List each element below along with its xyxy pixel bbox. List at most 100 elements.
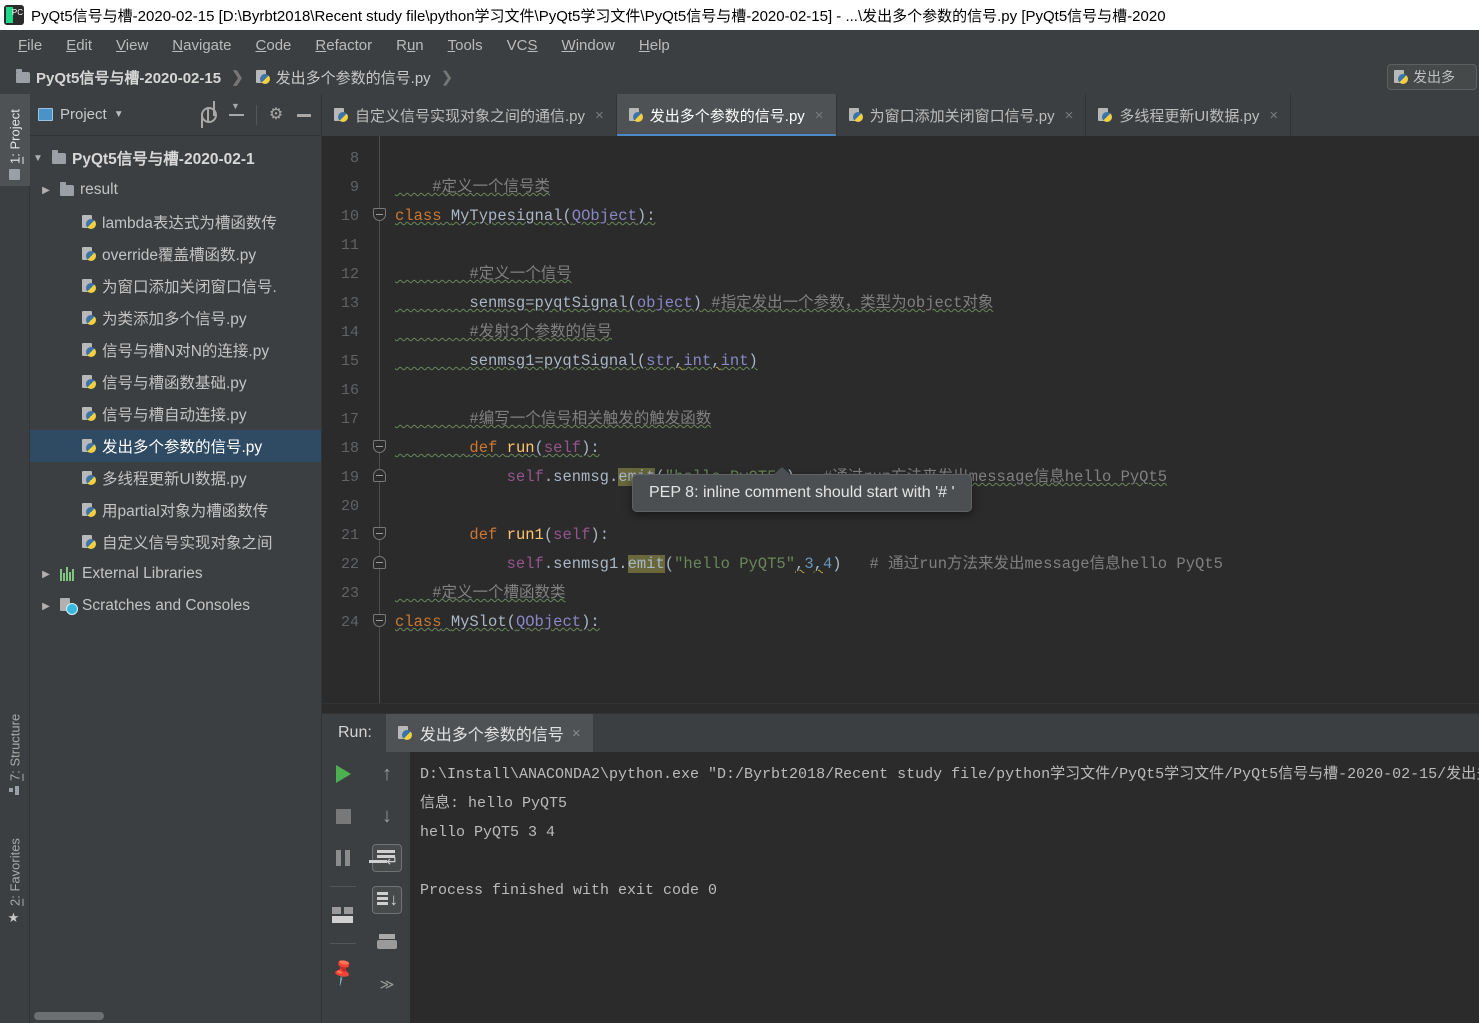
- editor-tab[interactable]: 多线程更新UI数据.py ×: [1086, 94, 1292, 136]
- tree-node[interactable]: 为类添加多个信号.py: [30, 302, 321, 334]
- tree-node[interactable]: 信号与槽函数基础.py: [30, 366, 321, 398]
- fold-toggle-icon[interactable]: [373, 469, 386, 482]
- breadcrumb-project[interactable]: PyQt5信号与槽-2020-02-15 ❯: [10, 67, 250, 88]
- arrow-down-icon: ↓: [382, 804, 392, 827]
- tree-node[interactable]: ▼ PyQt5信号与槽-2020-02-1: [30, 142, 321, 174]
- run-console-output[interactable]: D:\Install\ANACONDA2\python.exe "D:/Byrb…: [410, 752, 1479, 1023]
- tree-node[interactable]: 信号与槽N对N的连接.py: [30, 334, 321, 366]
- tree-node[interactable]: override覆盖槽函数.py: [30, 238, 321, 270]
- source-code-text[interactable]: #定义一个信号类 class MyTypesignal(QObject): #定…: [395, 136, 1479, 703]
- menu-code[interactable]: Code: [244, 34, 304, 57]
- soft-wrap-button[interactable]: [372, 844, 402, 872]
- code-comment: #编写一个信号相关触发的触发函数: [395, 410, 712, 428]
- code-editor[interactable]: 8 9 10 11 12 13 14 15 16 17 18 19 20 21 22 23 24: [322, 136, 1479, 703]
- menu-view[interactable]: View: [104, 34, 160, 57]
- project-panel-title: Project: [60, 106, 107, 123]
- menu-window[interactable]: Window: [550, 34, 627, 57]
- close-icon[interactable]: ×: [1065, 107, 1074, 124]
- tree-node[interactable]: 自定义信号实现对象之间: [30, 526, 321, 558]
- line-number: 14: [340, 324, 359, 341]
- line-number: 11: [340, 237, 359, 254]
- gear-icon[interactable]: ⚙: [267, 106, 285, 124]
- up-button[interactable]: ↑: [372, 760, 402, 788]
- editor-tab[interactable]: 为窗口添加关闭窗口信号.py ×: [837, 94, 1087, 136]
- tree-twisty-icon[interactable]: ▶: [38, 569, 54, 580]
- editor-horizontal-scrollbar[interactable]: [322, 703, 1479, 713]
- layout-button[interactable]: [328, 901, 358, 929]
- print-button[interactable]: [372, 928, 402, 956]
- tree-node-label: 自定义信号实现对象之间: [102, 535, 273, 552]
- tree-node[interactable]: 发出多个参数的信号.py: [30, 430, 321, 462]
- stop-button[interactable]: [328, 802, 358, 830]
- tree-node-label: External Libraries: [82, 565, 203, 582]
- menu-refactor[interactable]: Refactor: [303, 34, 384, 57]
- tree-node[interactable]: 用partial对象为槽函数传: [30, 494, 321, 526]
- fold-toggle-icon[interactable]: [373, 440, 386, 453]
- menu-navigate[interactable]: Navigate: [160, 34, 243, 57]
- tree-node[interactable]: ▶ result: [30, 174, 321, 206]
- sidebar-item-structure[interactable]: 7: Structure: [0, 693, 30, 803]
- run-configuration-selector[interactable]: 发出多: [1387, 64, 1477, 90]
- pause-button[interactable]: [328, 844, 358, 872]
- close-icon[interactable]: ×: [572, 725, 581, 742]
- more-icon: ≫: [379, 975, 395, 992]
- tree-twisty-icon[interactable]: ▼: [30, 153, 46, 164]
- soft-wrap-icon: [376, 849, 398, 870]
- close-icon[interactable]: ×: [1269, 107, 1278, 124]
- scroll-from-source-icon[interactable]: [200, 106, 218, 124]
- editor-column: 自定义信号实现对象之间的通信.py × 发出多个参数的信号.py × 为窗口添加关闭窗口…: [322, 94, 1479, 1023]
- run-panel-tab[interactable]: 发出多个参数的信号 ×: [385, 714, 593, 752]
- close-icon[interactable]: ×: [815, 107, 824, 124]
- python-file-icon: [255, 69, 270, 85]
- project-tree-horizontal-scrollbar[interactable]: [30, 1009, 321, 1023]
- menu-file[interactable]: File: [6, 34, 54, 57]
- fold-toggle-icon[interactable]: [373, 614, 386, 627]
- editor-tab[interactable]: 发出多个参数的信号.py ×: [616, 94, 837, 136]
- line-number: 19: [340, 469, 359, 486]
- minimize-icon[interactable]: [295, 106, 313, 124]
- sidebar-item-project[interactable]: 1: Project: [0, 94, 30, 186]
- tree-node[interactable]: 信号与槽自动连接.py: [30, 398, 321, 430]
- line-number: 12: [340, 266, 359, 283]
- project-panel-title-group[interactable]: Project ▼: [38, 106, 190, 123]
- menu-edit[interactable]: Edit: [54, 34, 104, 57]
- breadcrumb-separator: ❯: [440, 69, 454, 86]
- project-panel-header: Project ▼ ⚙: [30, 94, 321, 136]
- inspection-tooltip: PEP 8: inline comment should start with …: [632, 467, 972, 512]
- tree-node[interactable]: 多线程更新UI数据.py: [30, 462, 321, 494]
- menu-run[interactable]: Run: [384, 34, 436, 57]
- tree-twisty-icon[interactable]: ▶: [38, 185, 54, 196]
- tree-node[interactable]: ▶ Scratches and Consoles: [30, 590, 321, 622]
- fold-toggle-icon[interactable]: [373, 208, 386, 221]
- rerun-button[interactable]: [328, 760, 358, 788]
- code-folding-gutter[interactable]: [367, 136, 395, 703]
- fold-toggle-icon[interactable]: [373, 556, 386, 569]
- structure-icon: [10, 786, 21, 797]
- menu-help[interactable]: Help: [627, 34, 682, 57]
- chevron-down-icon[interactable]: ▼: [114, 109, 124, 120]
- menu-tools[interactable]: Tools: [436, 34, 495, 57]
- sidebar-item-favorites[interactable]: ★ 2: Favorites: [0, 813, 30, 928]
- tree-node[interactable]: ▶ External Libraries: [30, 558, 321, 590]
- tree-twisty-icon[interactable]: ▶: [38, 601, 54, 612]
- close-icon[interactable]: ×: [595, 107, 604, 124]
- menu-vcs[interactable]: VCS: [495, 34, 550, 57]
- tree-node-label: Scratches and Consoles: [82, 597, 251, 614]
- tree-node[interactable]: 为窗口添加关闭窗口信号.: [30, 270, 321, 302]
- down-button[interactable]: ↓: [372, 802, 402, 830]
- tree-node-label: result: [80, 181, 118, 198]
- pin-button[interactable]: 📌: [328, 957, 359, 988]
- editor-tab[interactable]: 自定义信号实现对象之间的通信.py ×: [322, 94, 617, 136]
- fold-toggle-icon[interactable]: [373, 527, 386, 540]
- scrollbar-thumb[interactable]: [34, 1012, 104, 1020]
- collapse-all-icon[interactable]: [228, 101, 246, 124]
- breadcrumb-file[interactable]: 发出多个参数的信号.py ❯: [250, 67, 460, 88]
- toolbar-divider: [330, 943, 356, 944]
- project-tree[interactable]: ▼ PyQt5信号与槽-2020-02-1 ▶ result lambda表达式为槽函数…: [30, 136, 321, 1009]
- tree-node-label: 信号与槽N对N的连接.py: [102, 343, 270, 360]
- more-button[interactable]: ≫: [372, 970, 402, 998]
- tree-node[interactable]: lambda表达式为槽函数传: [30, 206, 321, 238]
- line-number: 18: [340, 440, 359, 457]
- run-panel-tab-label: 发出多个参数的信号: [419, 727, 564, 744]
- scroll-to-end-button[interactable]: [372, 886, 402, 914]
